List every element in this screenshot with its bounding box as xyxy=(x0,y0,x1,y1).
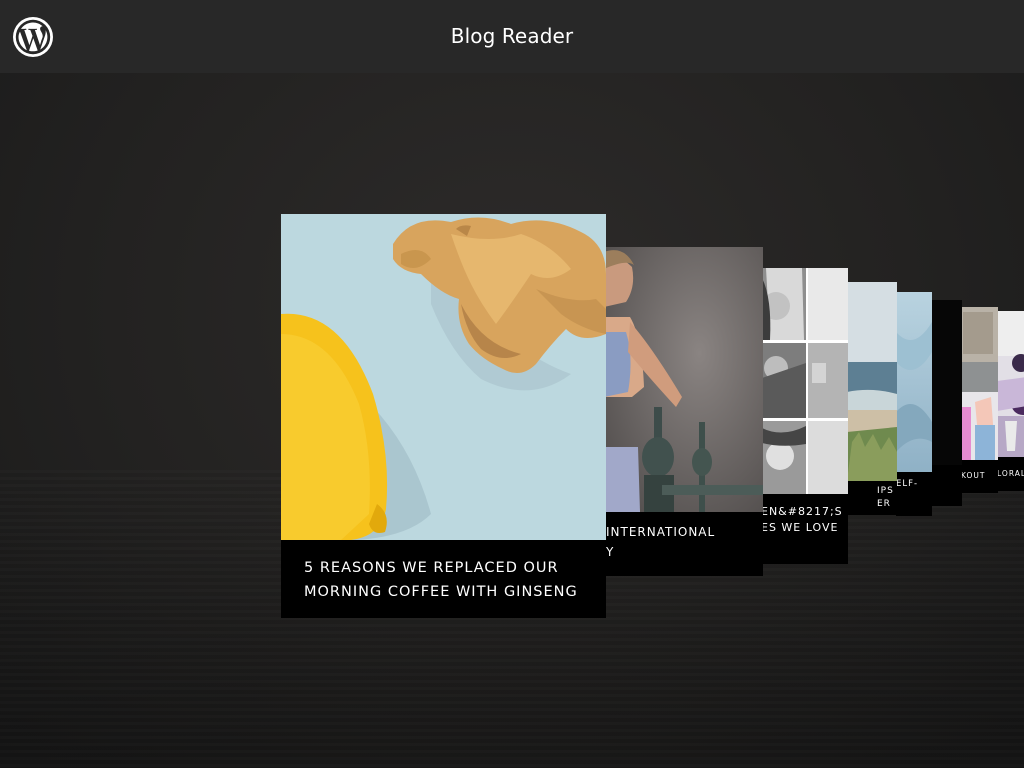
post-caption xyxy=(931,465,962,506)
post-caption-line: ELF- xyxy=(896,479,919,489)
post-card[interactable]: EN&#8217;S ES WE LOVE xyxy=(762,268,848,564)
post-caption-line: MORNING COFFEE WITH GINSENG xyxy=(304,584,578,600)
post-carousel[interactable]: LORAL KOUT ELF- IPS ER EN&#8217;S ES WE … xyxy=(0,0,1024,768)
post-image-floral xyxy=(997,311,1024,457)
post-caption: LORAL xyxy=(997,457,1024,491)
post-caption: 5 REASONS WE REPLACED OUR MORNING COFFEE… xyxy=(281,540,606,618)
post-caption: IPS ER xyxy=(847,481,897,515)
post-caption: KOUT xyxy=(961,460,998,493)
post-image-lemon-ginseng xyxy=(281,214,606,540)
post-image-portrait-collage xyxy=(762,268,848,494)
app-title: Blog Reader xyxy=(450,24,574,48)
post-caption: EN&#8217;S ES WE LOVE xyxy=(762,494,848,564)
post-image-dark xyxy=(931,300,962,465)
post-caption-line: ER xyxy=(877,499,891,509)
post-card[interactable]: ELF- xyxy=(896,292,932,516)
post-caption-line: KOUT xyxy=(961,471,986,480)
post-image-fabric xyxy=(896,292,932,472)
post-card[interactable]: INTERNATIONAL Y xyxy=(604,247,763,576)
post-caption: INTERNATIONAL Y xyxy=(604,512,763,576)
post-image-yoga xyxy=(604,247,763,512)
post-caption-line: 5 REASONS WE REPLACED OUR xyxy=(304,560,559,576)
post-caption: ELF- xyxy=(896,472,932,516)
post-caption-line: EN&#8217;S xyxy=(762,505,843,518)
post-card[interactable]: IPS ER xyxy=(847,282,897,515)
post-card[interactable] xyxy=(931,300,962,506)
post-card[interactable]: LORAL xyxy=(997,311,1024,491)
post-caption-line: IPS xyxy=(877,486,894,496)
post-image-beach xyxy=(847,282,897,481)
post-caption-line: LORAL xyxy=(997,469,1024,478)
post-card[interactable]: KOUT xyxy=(961,307,998,493)
post-caption-line: INTERNATIONAL xyxy=(606,525,716,539)
post-caption-line: ES WE LOVE xyxy=(762,521,839,534)
top-bar: Blog Reader xyxy=(0,0,1024,73)
blog-reader-app: Blog Reader LORAL KOUT ELF- IPS ER EN&#8… xyxy=(0,0,1024,768)
post-image-workout xyxy=(961,307,998,460)
post-caption-line: Y xyxy=(606,545,615,559)
post-card[interactable]: 5 REASONS WE REPLACED OUR MORNING COFFEE… xyxy=(281,214,606,618)
